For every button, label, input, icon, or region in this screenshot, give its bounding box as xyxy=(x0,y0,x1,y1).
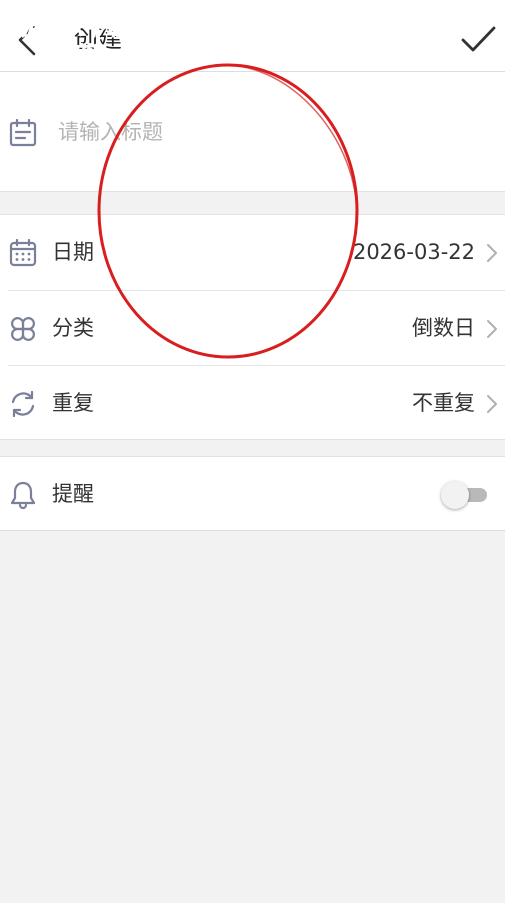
chevron-right-icon xyxy=(487,320,497,338)
reminder-row: 提醒 xyxy=(0,456,505,531)
confirm-button[interactable] xyxy=(457,18,499,60)
date-label: 日期 xyxy=(52,240,94,264)
watermark-logo: 游吧乐下载 小编亲测 xyxy=(14,12,154,68)
title-input[interactable] xyxy=(58,112,478,152)
chevron-right-icon xyxy=(487,395,497,413)
calendar-icon xyxy=(9,238,37,267)
reminder-toggle[interactable] xyxy=(441,481,489,509)
title-section xyxy=(0,72,505,192)
repeat-row[interactable]: 重复 不重复 xyxy=(0,366,505,441)
date-value: 2026-03-22 xyxy=(352,240,475,264)
header-bar: 创建 游吧乐下载 小编亲测 xyxy=(0,0,505,72)
date-row[interactable]: 日期 2026-03-22 xyxy=(0,215,505,290)
reminder-label: 提醒 xyxy=(52,482,94,506)
notepad-icon xyxy=(9,118,37,147)
grid-icon xyxy=(11,317,35,341)
category-value: 倒数日 xyxy=(412,316,475,340)
watermark-line2: 小编亲测 xyxy=(36,43,105,64)
repeat-value: 不重复 xyxy=(412,391,475,415)
refresh-icon xyxy=(11,390,35,418)
category-row[interactable]: 分类 倒数日 xyxy=(0,291,505,366)
bell-icon xyxy=(10,481,36,510)
chevron-right-icon xyxy=(487,244,497,262)
category-label: 分类 xyxy=(52,316,94,340)
repeat-label: 重复 xyxy=(52,391,94,415)
settings-group: 日期 2026-03-22 分类 倒数日 重复 不重复 xyxy=(0,214,505,440)
checkmark-icon xyxy=(461,26,496,52)
toggle-thumb xyxy=(441,481,469,509)
